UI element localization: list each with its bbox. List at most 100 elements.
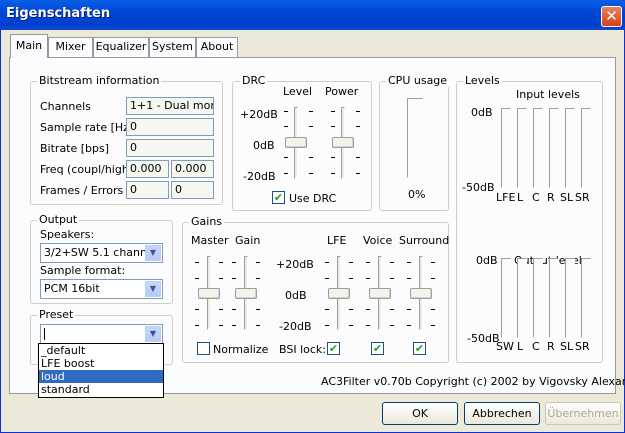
- drc-title: DRC: [240, 74, 268, 87]
- lfe-gain-slider[interactable]: [328, 288, 350, 299]
- output-channel-label: C: [532, 340, 540, 353]
- output-top-label: 0dB: [476, 254, 498, 267]
- preset-option[interactable]: _default: [39, 344, 163, 357]
- output-level-meter: [581, 258, 591, 338]
- gains-title: Gains: [189, 215, 225, 228]
- voice-gain-slider[interactable]: [369, 288, 391, 299]
- frames-label: Frames / Errors: [40, 184, 124, 197]
- tab-equalizer[interactable]: Equalizer: [93, 37, 149, 57]
- output-channel-label: L: [517, 340, 524, 353]
- frames-field: 0: [126, 181, 169, 199]
- output-level-meter: [533, 258, 543, 338]
- channels-label: Channels: [40, 100, 91, 113]
- gains-m20-label: -20dB: [279, 320, 312, 333]
- checkmark-icon: ✔: [414, 342, 425, 355]
- cpu-meter: [407, 98, 423, 178]
- preset-option[interactable]: LFE boost: [39, 357, 163, 370]
- close-button[interactable]: ✕: [601, 6, 622, 27]
- drc-level-slider[interactable]: [285, 137, 307, 148]
- input-levels-title: Input levels: [516, 88, 580, 101]
- tab-main[interactable]: Main: [10, 34, 48, 58]
- samplerate-label: Sample rate [Hz]: [40, 121, 134, 134]
- output-channel-label: SL: [560, 340, 574, 353]
- input-level-meter: [501, 108, 511, 188]
- use-drc-checkbox[interactable]: ✔: [272, 191, 285, 204]
- chevron-down-icon: ▼: [145, 281, 161, 297]
- format-select[interactable]: PCM 16bit ▼: [40, 279, 163, 299]
- output-level-meter: [517, 258, 527, 338]
- errors-field: 0: [171, 181, 214, 199]
- ok-button[interactable]: OK: [382, 402, 458, 425]
- input-level-meter: [581, 108, 591, 188]
- output-level-meter: [565, 258, 575, 338]
- input-channel-label: SR: [575, 191, 590, 204]
- apply-button[interactable]: Übernehmen: [545, 402, 621, 425]
- cpu-value: 0%: [408, 188, 426, 201]
- voice-label: Voice: [363, 234, 393, 247]
- preset-dropdown-list: _default LFE boost loud standard: [38, 343, 164, 398]
- chevron-down-icon: ▼: [145, 245, 161, 261]
- input-level-meter: [565, 108, 575, 188]
- master-gain-slider[interactable]: [198, 288, 220, 299]
- chevron-down-icon: ▼: [145, 326, 161, 342]
- checkmark-icon: ✔: [372, 342, 383, 355]
- cpu-title: CPU usage: [386, 74, 450, 87]
- tab-about[interactable]: About: [196, 37, 238, 57]
- input-channel-label: SL: [560, 191, 574, 204]
- output-level-meter: [501, 258, 511, 338]
- freq-high-field: 0.000: [171, 160, 214, 178]
- output-title: Output: [37, 213, 80, 226]
- drc-power-slider[interactable]: [332, 137, 354, 148]
- gain-label: Gain: [235, 234, 261, 247]
- drc-level-label: Level: [283, 85, 313, 98]
- levels-title: Levels: [463, 74, 502, 87]
- drc-m20-label: -20dB: [243, 170, 276, 183]
- format-value: PCM 16bit: [44, 282, 100, 295]
- bsi-lock-label: BSI lock:: [279, 343, 326, 356]
- format-label: Sample format:: [40, 264, 126, 277]
- cancel-button[interactable]: Abbrechen: [464, 402, 540, 425]
- preset-option-selected[interactable]: loud: [39, 370, 163, 383]
- normalize-checkbox[interactable]: [197, 342, 210, 355]
- lfe-bsi-checkbox[interactable]: ✔: [327, 342, 340, 355]
- bitrate-label: Bitrate [bps]: [40, 142, 110, 155]
- input-channel-label: R: [547, 191, 555, 204]
- freq-label: Freq (coupl/high): [40, 163, 134, 176]
- surround-gain-slider[interactable]: [410, 288, 432, 299]
- checkmark-icon: ✔: [273, 191, 284, 204]
- drc-p20-label: +20dB: [240, 108, 278, 121]
- voice-bsi-checkbox[interactable]: ✔: [371, 342, 384, 355]
- tab-system[interactable]: System: [149, 37, 196, 57]
- output-bottom-label: -50dB: [467, 332, 500, 345]
- normalize-label: Normalize: [213, 343, 269, 356]
- drc-0db-label: 0dB: [253, 139, 275, 152]
- input-level-meter: [533, 108, 543, 188]
- output-level-meter: [549, 258, 559, 338]
- output-channel-label: R: [547, 340, 555, 353]
- close-icon: ✕: [605, 7, 618, 25]
- preset-combobox[interactable]: ▼: [40, 324, 163, 344]
- text-cursor: [44, 328, 45, 340]
- master-label: Master: [191, 234, 229, 247]
- freq-coupl-field: 0.000: [126, 160, 169, 178]
- output-channel-label: SR: [575, 340, 590, 353]
- channels-field: 1+1 - Dual mono: [126, 97, 214, 115]
- input-top-label: 0dB: [471, 106, 493, 119]
- speakers-label: Speakers:: [40, 228, 95, 241]
- surround-label: Surround: [399, 234, 450, 247]
- input-bottom-label: -50dB: [462, 181, 495, 194]
- gain-gain-slider[interactable]: [235, 288, 257, 299]
- preset-title: Preset: [37, 308, 76, 321]
- input-channel-label: L: [517, 191, 524, 204]
- input-channel-label: LFE: [496, 191, 516, 204]
- tab-mixer[interactable]: Mixer: [48, 37, 93, 57]
- surround-bsi-checkbox[interactable]: ✔: [413, 342, 426, 355]
- input-channel-label: C: [532, 191, 540, 204]
- speakers-select[interactable]: 3/2+SW 5.1 channel ▼: [40, 243, 163, 263]
- bitstream-title: Bitstream information: [37, 74, 162, 87]
- preset-option[interactable]: standard: [39, 383, 163, 396]
- checkmark-icon: ✔: [328, 342, 339, 355]
- input-level-meter: [517, 108, 527, 188]
- gains-0db-label: 0dB: [285, 289, 307, 302]
- lfe-label: LFE: [327, 234, 347, 247]
